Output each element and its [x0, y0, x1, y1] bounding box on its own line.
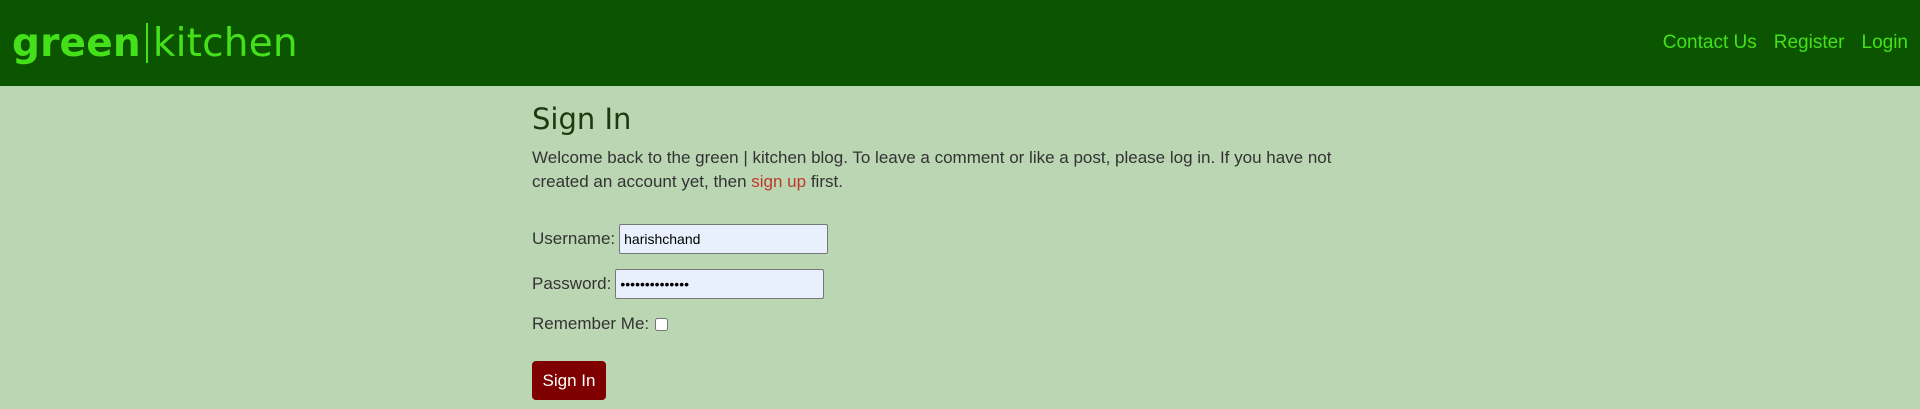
signin-content: Sign In Welcome back to the green | kitc…: [532, 86, 1362, 400]
remember-label: Remember Me:: [532, 314, 650, 333]
brand-separator: [145, 23, 148, 63]
page-title: Sign In: [532, 102, 632, 136]
signin-button[interactable]: Sign In: [532, 361, 606, 400]
username-label: Username:: [532, 229, 616, 248]
nav-contact-link[interactable]: Contact Us: [1663, 32, 1757, 54]
nav-links: Contact Us Register Login: [1663, 32, 1908, 54]
password-row: Password:: [532, 269, 1362, 299]
signin-form: Username: Password: Remember Me: Sign In: [532, 224, 1362, 400]
username-row: Username:: [532, 224, 1362, 254]
nav-login-link[interactable]: Login: [1862, 32, 1909, 54]
remember-row: Remember Me:: [532, 314, 1362, 334]
brand-kitchen: kitchen: [152, 20, 298, 66]
password-label: Password:: [532, 274, 612, 293]
intro-text-after: first.: [806, 172, 843, 191]
brand-logo[interactable]: green kitchen: [12, 23, 298, 63]
intro-text: Welcome back to the green | kitchen blog…: [532, 146, 1362, 194]
nav-register-link[interactable]: Register: [1774, 32, 1845, 54]
brand-green: green: [12, 20, 141, 66]
signup-link[interactable]: sign up: [751, 172, 806, 191]
password-input[interactable]: [615, 269, 825, 299]
navbar: green kitchen Contact Us Register Login: [0, 0, 1920, 86]
intro-text-before: Welcome back to the green | kitchen blog…: [532, 148, 1332, 191]
username-input[interactable]: [619, 224, 829, 254]
remember-checkbox[interactable]: [655, 317, 669, 331]
